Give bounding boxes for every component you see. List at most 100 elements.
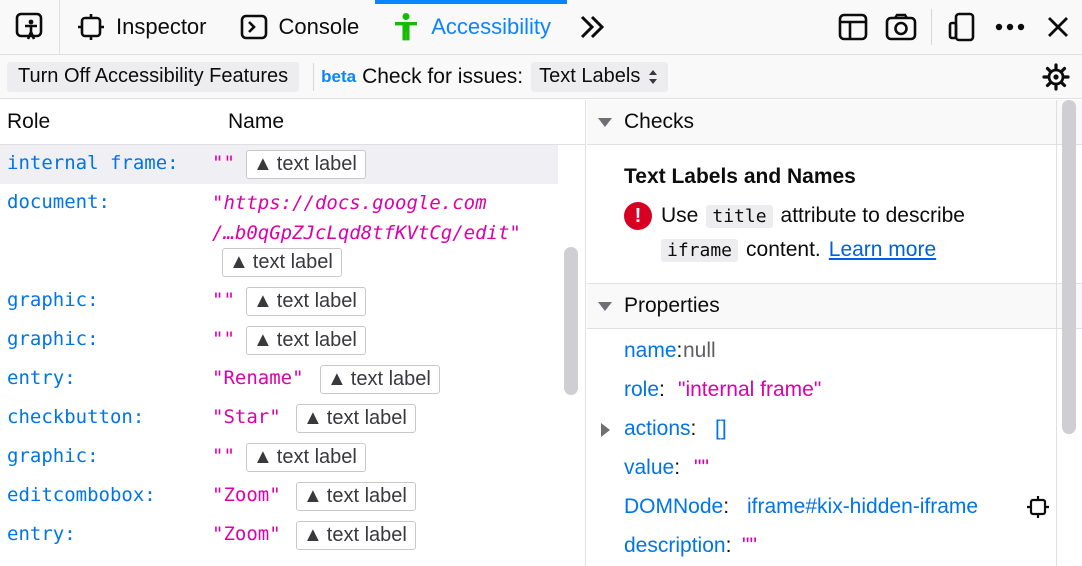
row-name-url: "https://docs.google.com /…b0qGpZJcLqd8t…: [212, 192, 521, 244]
property-row: DOMNode: iframe#kix-hidden-iframe: [587, 487, 1082, 526]
property-key: name:: [624, 339, 683, 362]
column-header-name[interactable]: Name: [228, 110, 284, 134]
property-value[interactable]: iframe#kix-hidden-iframe: [747, 495, 978, 519]
column-header-role[interactable]: Role: [7, 110, 50, 134]
warning-icon: ▲: [303, 524, 323, 546]
row-role: editcombobox:: [7, 484, 156, 506]
learn-more-link[interactable]: Learn more: [829, 238, 936, 262]
row-name: "Zoom": [212, 523, 281, 545]
tree-row[interactable]: checkbutton: "Star" ▲ text label: [0, 399, 558, 438]
row-name: "": [212, 289, 235, 311]
property-row[interactable]: actions: []: [587, 409, 1082, 448]
text-label-badge[interactable]: ▲ text label: [222, 248, 342, 277]
warning-icon: ▲: [303, 485, 323, 507]
text-label-badge[interactable]: ▲ text label: [246, 443, 366, 472]
text-label-badge[interactable]: ▲ text label: [246, 326, 366, 355]
tree-row[interactable]: document: "https://docs.google.com /…b0q…: [0, 184, 558, 277]
row-role: entry:: [7, 523, 76, 545]
row-name: "": [212, 328, 235, 350]
check-for-issues-value: Text Labels: [539, 65, 641, 87]
tree-row[interactable]: internal frame: "" ▲ text label: [0, 145, 558, 184]
screenshot-button[interactable]: [877, 0, 925, 55]
text-label-badge[interactable]: ▲ text label: [296, 521, 416, 550]
row-role: internal frame:: [7, 152, 179, 174]
turn-off-accessibility-button[interactable]: Turn Off Accessibility Features: [7, 61, 300, 92]
row-name: "Zoom": [212, 484, 281, 506]
responsive-design-button[interactable]: [938, 0, 986, 55]
tree-rows: internal frame: "" ▲ text label document:…: [0, 145, 585, 555]
camera-icon: [885, 13, 917, 41]
toolbar-divider: [313, 62, 315, 91]
row-role: entry:: [7, 367, 76, 389]
tab-inspector-label: Inspector: [116, 14, 207, 39]
tab-console-label: Console: [278, 14, 360, 39]
row-role: graphic:: [7, 289, 99, 311]
row-role: graphic:: [7, 328, 99, 350]
properties-list: name: null role: "internal frame" action…: [587, 331, 1082, 565]
beta-badge: beta: [321, 66, 357, 86]
tab-accessibility[interactable]: Accessibility: [375, 0, 567, 54]
properties-header-label: Properties: [624, 294, 720, 317]
select-node-icon[interactable]: [1027, 496, 1049, 518]
toolbar-divider: [931, 9, 932, 45]
property-value: "internal frame": [678, 378, 822, 401]
row-name: "": [212, 152, 235, 174]
element-picker-button[interactable]: [0, 0, 60, 54]
more-tools-button[interactable]: [567, 0, 617, 54]
tree-row[interactable]: editcombobox: "Zoom" ▲ text label: [0, 477, 558, 516]
properties-section-header[interactable]: Properties: [587, 284, 1082, 329]
accessibility-tree-panel: Role Name internal frame: "" ▲ text label…: [0, 100, 586, 566]
error-icon: !: [624, 202, 652, 230]
more-options-button[interactable]: [986, 0, 1034, 55]
sidebar-scrollbar[interactable]: [1062, 100, 1076, 434]
tree-row[interactable]: entry: "Zoom" ▲ text label: [0, 516, 558, 555]
warning-icon: ▲: [253, 329, 273, 351]
chevron-double-right-icon: [580, 15, 605, 39]
text-label-badge[interactable]: ▲ text label: [246, 287, 366, 316]
expand-triangle-icon[interactable]: [601, 423, 610, 437]
split-console-button[interactable]: [829, 0, 877, 55]
check-message-line1: ! Use title attribute to describe: [624, 202, 965, 230]
row-name: "": [212, 445, 235, 467]
checks-body: Text Labels and Names ! Use title attrib…: [587, 145, 1082, 284]
checks-section-header[interactable]: Checks: [587, 100, 1082, 145]
close-devtools-button[interactable]: [1034, 0, 1082, 55]
tree-scrollbar[interactable]: [564, 247, 578, 395]
collapse-triangle-icon: [598, 301, 612, 311]
tab-accessibility-label: Accessibility: [431, 14, 552, 39]
check-for-issues-select[interactable]: Text Labels: [531, 61, 669, 92]
ellipsis-icon: [995, 23, 1025, 31]
accessibility-settings-button[interactable]: [1030, 55, 1082, 99]
check-for-issues-label: Check for issues:: [362, 64, 524, 88]
tree-row[interactable]: graphic: "" ▲ text label: [0, 321, 558, 360]
tree-row[interactable]: entry: "Rename" ▲ text label: [0, 360, 558, 399]
sidebar-scroll-divider: [1056, 100, 1057, 566]
accessibility-toolbar: Turn Off Accessibility Features beta Che…: [0, 55, 1082, 99]
text-label-badge[interactable]: ▲ text label: [246, 150, 366, 179]
property-value: null: [683, 339, 716, 362]
tab-inspector[interactable]: Inspector: [60, 0, 223, 54]
warning-icon: ▲: [229, 251, 249, 273]
warning-icon: ▲: [327, 368, 347, 390]
text-label-badge[interactable]: ▲ text label: [296, 482, 416, 511]
toolbox-controls: [829, 0, 1082, 54]
text-label-badge[interactable]: ▲ text label: [320, 365, 440, 394]
property-key: DOMNode:: [624, 495, 730, 518]
row-role: document:: [7, 191, 110, 213]
close-icon: [1048, 17, 1068, 37]
property-key: role:: [624, 378, 665, 401]
tree-header: Role Name: [0, 100, 585, 145]
check-title: Text Labels and Names: [624, 165, 856, 188]
warning-icon: ▲: [303, 407, 323, 429]
layout-icon: [838, 13, 868, 41]
tree-row[interactable]: graphic: "" ▲ text label: [0, 282, 558, 321]
tab-console[interactable]: Console: [223, 0, 376, 54]
collapse-triangle-icon: [598, 117, 612, 127]
checks-header-label: Checks: [624, 110, 695, 133]
tree-row[interactable]: graphic: "" ▲ text label: [0, 438, 558, 477]
text-label-badge[interactable]: ▲ text label: [296, 404, 416, 433]
property-row: name: null: [587, 331, 1082, 370]
property-value: "": [694, 456, 709, 479]
code-iframe: iframe: [661, 238, 739, 262]
warning-icon: ▲: [253, 446, 273, 468]
